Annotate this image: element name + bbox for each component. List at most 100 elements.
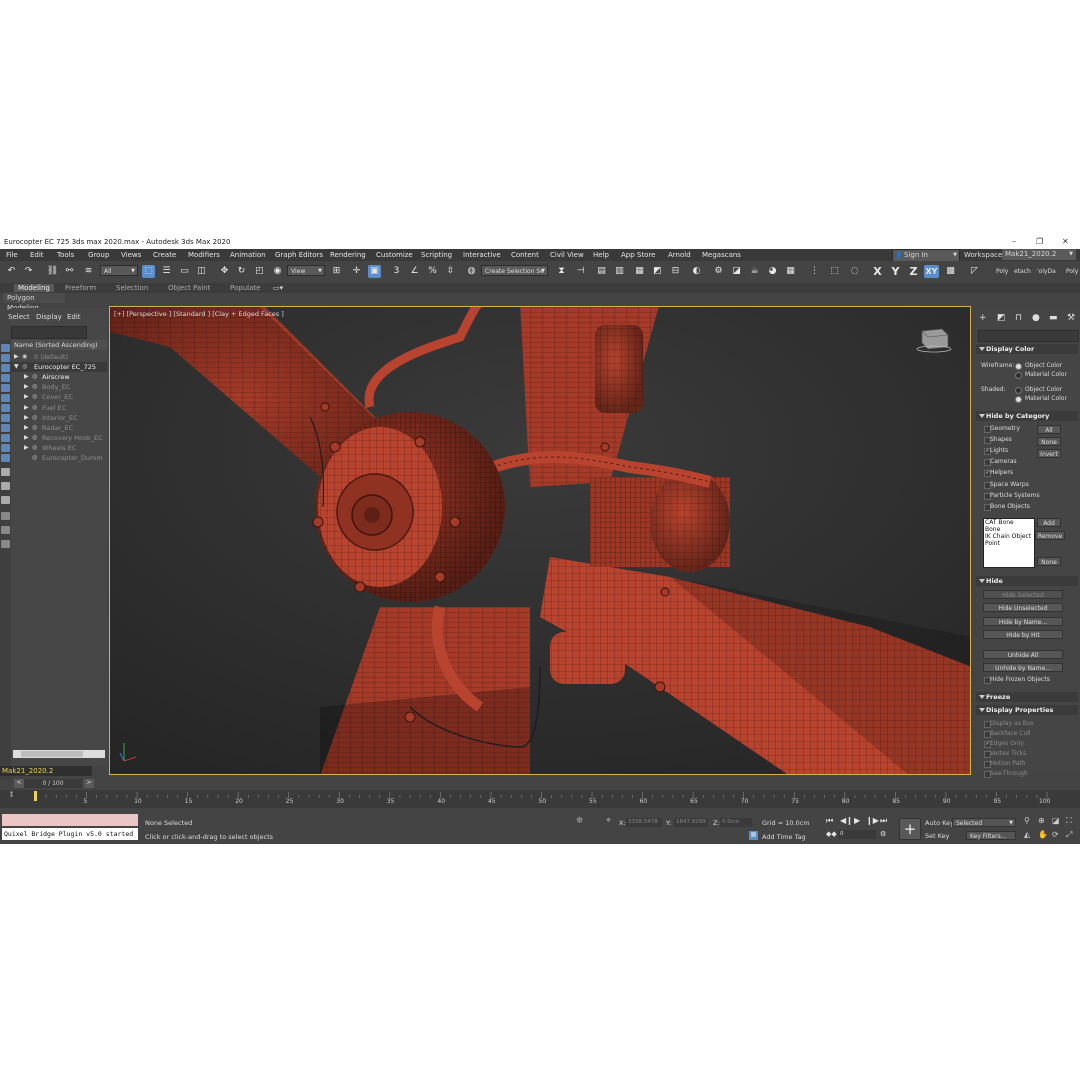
visibility-eye-icon[interactable]: ◎ xyxy=(32,382,37,392)
render-setup-icon[interactable]: ⚙ xyxy=(712,265,725,278)
expand-down-icon[interactable]: ▼ xyxy=(14,362,19,372)
x-coord-field[interactable]: 3338.5478 xyxy=(626,818,662,827)
expand-right-icon[interactable]: ▶ xyxy=(24,382,29,392)
shaded-material-color-radio[interactable] xyxy=(1015,396,1022,403)
expand-right-icon[interactable]: ▶ xyxy=(24,372,29,382)
wireframe-object-color-radio[interactable] xyxy=(1015,363,1022,370)
zoom-extents-all-icon[interactable]: ⛶ xyxy=(1066,816,1072,826)
rotate-icon[interactable]: ↻ xyxy=(235,265,248,278)
layer-icon[interactable] xyxy=(1,540,10,548)
poly2-label[interactable]: Poly xyxy=(1066,268,1078,275)
maxscript-listener-input[interactable] xyxy=(2,814,138,826)
menu-group[interactable]: Group xyxy=(88,251,109,259)
axis-y-button[interactable]: Y xyxy=(889,265,902,278)
display-dependencies-icon[interactable] xyxy=(1,496,10,504)
align-icon[interactable]: ⊣ xyxy=(574,265,587,278)
selection-filter-dropdown[interactable]: All ▼ xyxy=(100,265,138,276)
category-none-button[interactable]: None xyxy=(1037,437,1061,446)
select-manipulate-icon[interactable]: ✛ xyxy=(350,265,363,278)
time-slider-value[interactable]: 0 / 100 xyxy=(24,779,82,788)
poly-label[interactable]: Poly xyxy=(996,268,1008,275)
hide-unselected-button[interactable]: Hide Unselected xyxy=(983,603,1063,612)
set-key-big-button[interactable]: + xyxy=(899,818,921,840)
move-icon[interactable]: ✥ xyxy=(218,265,231,278)
toggle-ribbon-icon[interactable]: ▦ xyxy=(633,265,646,278)
menu-app-store[interactable]: App Store xyxy=(621,251,655,259)
maxscript-output[interactable]: Quixel Bridge Plugin v5.0 started xyxy=(2,828,138,840)
create-tab-icon[interactable]: + xyxy=(979,313,987,323)
category-list-none-button[interactable]: None xyxy=(1037,557,1061,566)
unlink-icon[interactable]: ⚯ xyxy=(63,265,76,278)
polydata-label[interactable]: 'olyDa xyxy=(1037,268,1056,275)
perspective-viewport[interactable]: [+] [Perspective ] [Standard ] [Clay + E… xyxy=(109,306,971,775)
close-button[interactable]: ✕ xyxy=(1062,237,1069,246)
time-slider-next-button[interactable]: > xyxy=(84,779,94,788)
scrollbar-thumb[interactable] xyxy=(21,751,83,757)
display-bones-icon[interactable] xyxy=(1,414,10,422)
category-list-box[interactable]: CAT Bone Bone IK Chain Object Point xyxy=(983,518,1035,568)
ref-coord-dropdown[interactable]: View ▼ xyxy=(287,265,325,276)
bind-space-warp-icon[interactable]: ≋ xyxy=(82,265,95,278)
undo-icon[interactable]: ↶ xyxy=(5,265,18,278)
minimize-button[interactable]: – xyxy=(1012,237,1016,246)
key-selection-dropdown[interactable]: Selected ▼ xyxy=(952,818,1016,827)
add-time-tag[interactable]: Add Time Tag xyxy=(762,833,806,841)
expand-right-icon[interactable]: ▶ xyxy=(24,413,29,423)
menu-content[interactable]: Content xyxy=(511,251,539,259)
display-helpers-icon[interactable] xyxy=(1,394,10,402)
utilities-tab-icon[interactable]: ⚒ xyxy=(1067,313,1075,323)
tree-row[interactable]: ▶ ◎ Wheels EC xyxy=(11,443,107,453)
go-to-end-icon[interactable]: ⏭ xyxy=(880,816,887,826)
visibility-eye-icon[interactable]: ◎ xyxy=(32,372,37,382)
render-production-icon[interactable]: ☕ xyxy=(748,265,761,278)
menu-graph-editors[interactable]: Graph Editors xyxy=(275,251,323,259)
tree-row[interactable]: ▶ ◎ Radar_EC xyxy=(11,423,107,433)
menu-animation[interactable]: Animation xyxy=(230,251,266,259)
percent-snap-icon[interactable]: % xyxy=(426,265,439,278)
edit-named-selection-icon[interactable]: ◍ xyxy=(465,265,478,278)
menu-arnold[interactable]: Arnold xyxy=(668,251,691,259)
explorer-search-input[interactable] xyxy=(11,326,87,339)
visibility-eye-icon[interactable]: ◎ xyxy=(32,403,37,413)
pan-icon[interactable]: ✋ xyxy=(1038,830,1048,839)
display-none-icon[interactable] xyxy=(1,344,10,352)
axis-x-button[interactable]: X xyxy=(871,265,884,278)
menu-modifiers[interactable]: Modifiers xyxy=(188,251,220,259)
set-key-button[interactable]: Set Key xyxy=(925,832,950,840)
rect-selection-icon[interactable]: ▭ xyxy=(178,265,191,278)
zoom-extents-icon[interactable]: ◪ xyxy=(1052,816,1060,825)
snaps-toggle-icon[interactable]: 3 xyxy=(390,265,403,278)
rollout-hide[interactable]: Hide xyxy=(976,576,1078,586)
render-iterative-icon[interactable]: ▦ xyxy=(784,265,797,278)
display-shapes-icon[interactable] xyxy=(1,364,10,372)
unhide-by-name-button[interactable]: Unhide by Name... xyxy=(983,663,1063,672)
tab-populate[interactable]: Populate xyxy=(230,284,260,292)
wireframe-material-color-radio[interactable] xyxy=(1015,372,1022,379)
category-list-item[interactable]: Point xyxy=(985,540,1000,547)
filter-icon[interactable] xyxy=(1,512,10,520)
display-children-icon[interactable] xyxy=(1,468,10,476)
menu-customize[interactable]: Customize xyxy=(376,251,413,259)
y-coord-field[interactable]: 1847.9299 xyxy=(674,818,708,827)
menu-create[interactable]: Create xyxy=(153,251,176,259)
shaded-object-color-radio[interactable] xyxy=(1015,387,1022,394)
display-groups-icon[interactable] xyxy=(1,444,10,452)
z-coord-field[interactable]: 0.0cm xyxy=(720,818,752,827)
orbit-icon[interactable]: ⟳ xyxy=(1052,830,1059,839)
menu-file[interactable]: File xyxy=(6,251,18,259)
track-bar-icon[interactable]: ⁑ xyxy=(10,792,13,799)
display-frozen-icon[interactable] xyxy=(1,454,10,462)
display-lights-icon[interactable] xyxy=(1,374,10,382)
category-invert-button[interactable]: Invert xyxy=(1037,449,1061,458)
named-selection-dropdown[interactable]: Create Selection Se ▼ xyxy=(481,265,548,276)
visibility-eye-icon[interactable]: ◎ xyxy=(22,362,27,372)
time-slider[interactable]: < 0 / 100 > xyxy=(0,778,96,788)
tree-row[interactable]: ▶ ◉ 0 (default) xyxy=(11,352,107,362)
visibility-eye-icon[interactable]: ◎ xyxy=(32,433,37,443)
menu-scripting[interactable]: Scripting xyxy=(421,251,452,259)
link-icon[interactable]: ⛓ xyxy=(46,265,59,278)
key-mode-icon[interactable]: ◆◆ xyxy=(826,830,837,838)
modify-tab-icon[interactable]: ◩ xyxy=(997,313,1006,323)
tab-object-paint[interactable]: Object Paint xyxy=(168,284,210,292)
scale-icon[interactable]: ◰ xyxy=(253,265,266,278)
